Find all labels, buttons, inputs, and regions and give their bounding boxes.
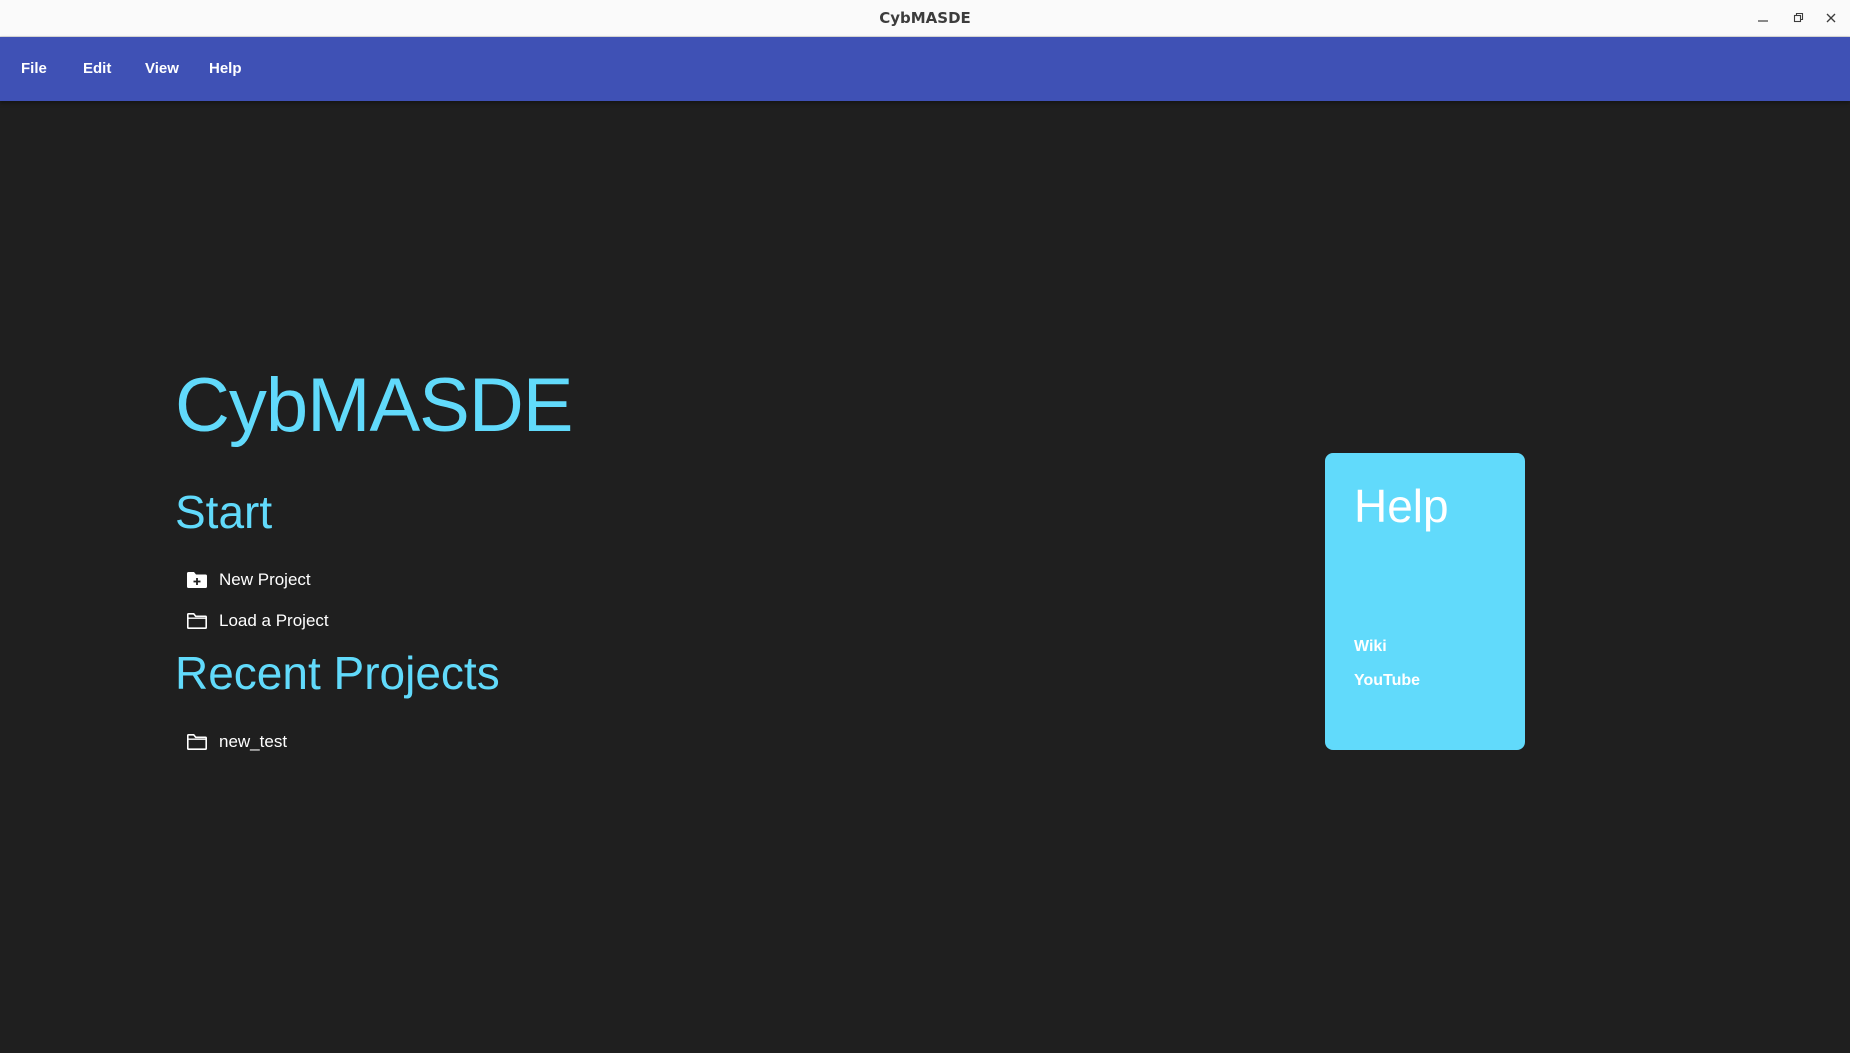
folder-icon	[185, 731, 209, 753]
close-icon[interactable]	[1821, 8, 1841, 28]
start-heading: Start	[175, 486, 273, 538]
menu-file[interactable]: File	[19, 37, 49, 101]
recent-project-item[interactable]: new_test	[185, 728, 287, 756]
wiki-link[interactable]: Wiki	[1354, 638, 1387, 656]
window-titlebar: CybMASDE	[0, 0, 1850, 37]
recent-project-label: new_test	[219, 732, 288, 751]
window-title: CybMASDE	[879, 9, 971, 27]
help-card: Help Wiki YouTube	[1325, 453, 1525, 750]
load-project-button[interactable]: Load a Project	[185, 607, 329, 635]
new-project-button[interactable]: New Project	[185, 566, 311, 594]
minimize-icon[interactable]	[1753, 8, 1773, 28]
menu-help[interactable]: Help	[207, 37, 244, 101]
folder-icon	[185, 610, 209, 632]
folder-plus-icon	[185, 569, 209, 591]
app-title: CybMASDE	[175, 363, 573, 448]
help-card-title: Help	[1354, 480, 1449, 532]
recent-projects-heading: Recent Projects	[175, 647, 500, 699]
load-project-label: Load a Project	[219, 611, 329, 630]
new-project-label: New Project	[219, 570, 311, 589]
menu-view[interactable]: View	[143, 37, 181, 101]
youtube-link[interactable]: YouTube	[1354, 672, 1420, 690]
menu-bar: File Edit View Help	[0, 37, 1850, 101]
menu-edit[interactable]: Edit	[81, 37, 113, 101]
maximize-icon[interactable]	[1788, 8, 1808, 28]
